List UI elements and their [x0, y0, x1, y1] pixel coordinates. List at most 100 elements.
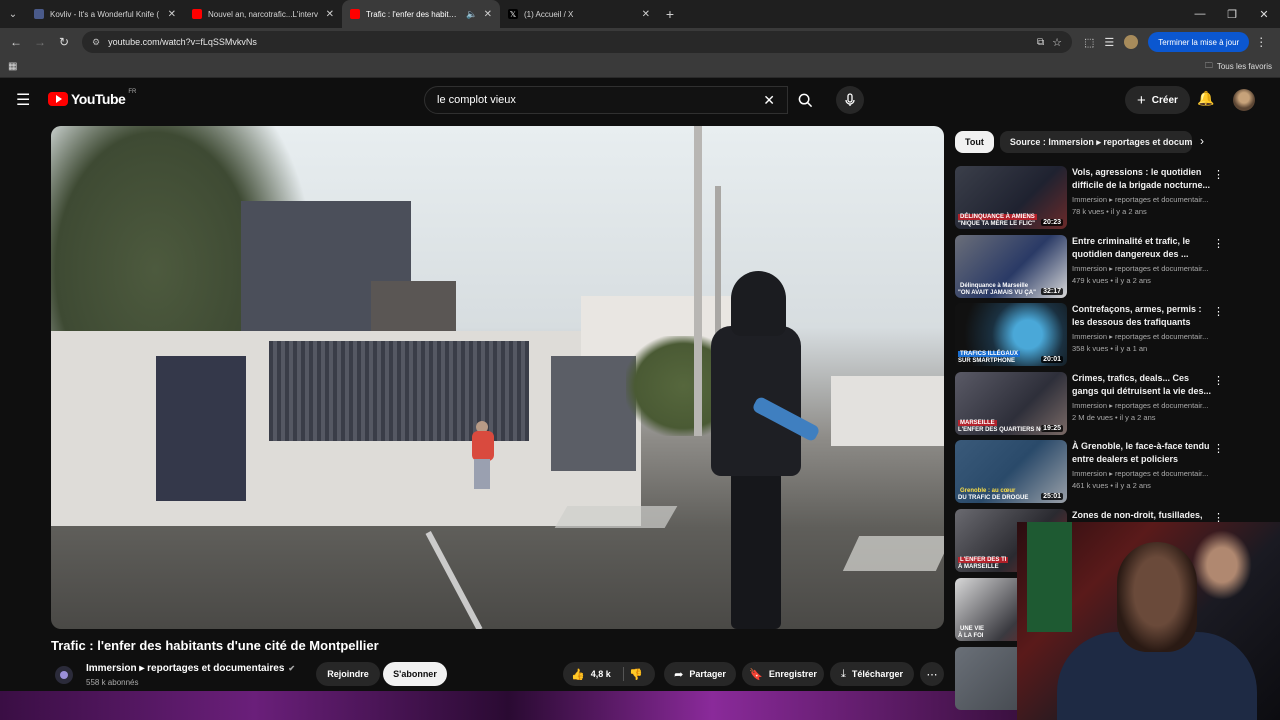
site-info-icon[interactable]: ⚙ — [92, 37, 100, 48]
more-dots-icon: ⋯ — [926, 668, 938, 681]
like-button[interactable]: 👍 4,8 k 👎 — [563, 662, 655, 686]
recommendation-title[interactable]: Crimes, trafics, deals... Ces gangs qui … — [1072, 372, 1212, 398]
reload-icon[interactable]: ↻ — [52, 35, 76, 49]
thumbs-down-icon[interactable]: 👎 — [629, 668, 643, 681]
more-actions-button[interactable]: ⋯ — [920, 662, 944, 686]
video-thumbnail[interactable]: TRAFICS ILLÉGAUX SUR SMARTPHONE 20:01 — [955, 303, 1067, 366]
kebab-menu-icon[interactable]: ⋮ — [1213, 442, 1224, 455]
share-button[interactable]: ➦ Partager — [664, 662, 736, 686]
account-avatar[interactable] — [1233, 89, 1255, 111]
close-window-icon[interactable]: ✕ — [1248, 0, 1280, 28]
video-thumbnail[interactable]: Délinquance à Marseille "ON AVAIT JAMAIS… — [955, 235, 1067, 298]
recommendation-item[interactable]: DÉLINQUANCE À AMIENS "NIQUE TA MÈRE LE F… — [955, 166, 1275, 230]
kebab-menu-icon[interactable]: ⋮ — [1213, 168, 1224, 181]
tab-title: Nouvel an, narcotrafic...L'interv — [208, 9, 319, 19]
install-app-icon[interactable]: ⧉ — [1037, 37, 1044, 48]
recommendation-channel[interactable]: Immersion ▸ reportages et documentair... — [1072, 469, 1212, 478]
youtube-play-icon — [48, 92, 68, 106]
recommendation-channel[interactable]: Immersion ▸ reportages et documentair... — [1072, 195, 1212, 204]
voice-search-button[interactable] — [836, 86, 864, 114]
thumbnail-caption: À LA FOI — [958, 633, 984, 639]
bookmarks-bar: ▦ 🗀 Tous les favoris — [0, 56, 1280, 78]
kebab-menu-icon[interactable]: ⋮ — [1213, 305, 1224, 318]
download-label: Télécharger — [851, 669, 903, 679]
back-arrow-icon[interactable]: ← — [4, 35, 28, 49]
save-button[interactable]: 🔖 Enregistrer — [742, 662, 824, 686]
browser-tab[interactable]: Kovliv - It's a Wonderful Knife ( ✕ — [26, 0, 184, 28]
chip-source[interactable]: Source : Immersion ▸ reportages et docum… — [999, 131, 1192, 153]
folder-icon: 🗀 — [1204, 60, 1213, 70]
recommendation-channel[interactable]: Immersion ▸ reportages et documentair... — [1072, 264, 1212, 273]
apps-grid-icon[interactable]: ▦ — [8, 61, 17, 72]
tab-close-icon[interactable]: ✕ — [642, 9, 650, 20]
kebab-menu-icon[interactable]: ⋮ — [1213, 237, 1224, 250]
create-button[interactable]: + Créer — [1125, 86, 1190, 114]
thumbnail-caption: TRAFICS ILLÉGAUX — [958, 351, 1020, 357]
tab-close-icon[interactable]: ✕ — [484, 9, 492, 20]
maximize-icon[interactable]: ❐ — [1216, 0, 1248, 28]
thumbnail-caption: Grenoble : au cœur — [960, 488, 1016, 494]
like-count: 4,8 k — [590, 669, 611, 679]
channel-avatar[interactable] — [55, 666, 73, 684]
recommendation-channel[interactable]: Immersion ▸ reportages et documentair... — [1072, 332, 1212, 341]
youtube-logo[interactable]: YouTube FR — [48, 89, 136, 107]
minimize-icon[interactable]: — — [1184, 0, 1216, 28]
video-player[interactable] — [51, 126, 944, 629]
kebab-menu-icon[interactable]: ⋮ — [1213, 374, 1224, 387]
like-divider — [623, 667, 624, 681]
search-button[interactable] — [788, 86, 822, 114]
chip-all[interactable]: Tout — [955, 131, 994, 153]
video-frame-road-patch — [554, 506, 678, 528]
all-bookmarks-label: Tous les favoris — [1216, 62, 1272, 71]
join-button[interactable]: Rejoindre — [316, 662, 380, 686]
thumbnail-caption: MARSEILLE — [958, 420, 997, 426]
browser-tab-bar: ⌄ Kovliv - It's a Wonderful Knife ( ✕ No… — [0, 0, 1280, 28]
tab-close-icon[interactable]: ✕ — [168, 9, 176, 20]
recommendation-item[interactable]: Grenoble : au cœur DU TRAFIC DE DROGUE 2… — [955, 440, 1275, 504]
save-label: Enregistrer — [768, 669, 817, 679]
recommendation-item[interactable]: Délinquance à Marseille "ON AVAIT JAMAIS… — [955, 235, 1275, 299]
recommendation-title[interactable]: Contrefaçons, armes, permis : les dessou… — [1072, 303, 1212, 329]
recommendation-item[interactable]: TRAFICS ILLÉGAUX SUR SMARTPHONE 20:01 Co… — [955, 303, 1275, 367]
tab-search-chevron-icon[interactable]: ⌄ — [0, 0, 26, 28]
hamburger-menu-icon[interactable]: ☰ — [16, 90, 30, 110]
video-thumbnail[interactable]: MARSEILLE L'ENFER DES QUARTIERS NO 19:25 — [955, 372, 1067, 435]
recommendation-title[interactable]: Vols, agressions : le quotidien difficil… — [1072, 166, 1212, 192]
recommendation-item[interactable]: MARSEILLE L'ENFER DES QUARTIERS NO 19:25… — [955, 372, 1275, 436]
browser-tab[interactable]: Nouvel an, narcotrafic...L'interv ✕ — [184, 0, 342, 28]
video-frame-wall — [831, 376, 944, 446]
speaker-icon[interactable]: 🔈 — [466, 9, 477, 20]
all-bookmarks[interactable]: 🗀 Tous les favoris — [1205, 60, 1272, 74]
tab-close-icon[interactable]: ✕ — [326, 9, 334, 20]
recommendation-meta: 358 k vues • il y a 1 an — [1072, 344, 1148, 353]
recommendation-channel[interactable]: Immersion ▸ reportages et documentair... — [1072, 401, 1212, 410]
video-duration: 25:01 — [1041, 493, 1063, 500]
browser-tab[interactable]: 𝕏 (1) Accueil / X ✕ — [500, 0, 658, 28]
video-frame-gate — [551, 356, 636, 471]
chevron-right-icon[interactable]: › — [1200, 134, 1204, 148]
reading-list-icon[interactable]: ☰ — [1104, 36, 1114, 49]
recommendation-title[interactable]: Zones de non-droit, fusillades, — [1072, 509, 1212, 522]
address-bar[interactable]: ⚙ youtube.com/watch?v=fLqSSMvkvNs ⧉ ☆ — [82, 31, 1072, 53]
bookmark-star-icon[interactable]: ☆ — [1052, 36, 1062, 49]
browser-menu-icon[interactable]: ⋮ — [1255, 35, 1267, 49]
update-button[interactable]: Terminer la mise à jour — [1148, 32, 1250, 52]
recommendation-title[interactable]: Entre criminalité et trafic, le quotidie… — [1072, 235, 1212, 261]
new-tab-button[interactable]: + — [658, 6, 682, 22]
recommendation-title[interactable]: À Grenoble, le face-à-face tendu entre d… — [1072, 440, 1212, 466]
subscriber-count: 558 k abonnés — [86, 678, 139, 687]
youtube-header: ☰ YouTube FR le complot vieux ✕ + Créer … — [0, 81, 1280, 119]
forward-arrow-icon[interactable]: → — [28, 35, 52, 49]
webcam-streamer-face — [1117, 542, 1197, 652]
browser-tab-active[interactable]: Trafic : l'enfer des habitants 🔈 ✕ — [342, 0, 500, 28]
download-button[interactable]: ⤓ Télécharger — [830, 662, 914, 686]
video-thumbnail[interactable]: DÉLINQUANCE À AMIENS "NIQUE TA MÈRE LE F… — [955, 166, 1067, 229]
search-input[interactable]: le complot vieux ✕ — [424, 86, 788, 114]
subscribe-button[interactable]: S'abonner — [383, 662, 447, 686]
profile-avatar[interactable] — [1124, 35, 1139, 49]
channel-name[interactable]: Immersion ▸ reportages et documentaires … — [86, 663, 295, 674]
clear-search-icon[interactable]: ✕ — [763, 92, 775, 109]
notifications-bell-icon[interactable]: 🔔 — [1197, 90, 1214, 107]
extensions-icon[interactable]: ⬚ — [1084, 36, 1094, 49]
video-thumbnail[interactable]: Grenoble : au cœur DU TRAFIC DE DROGUE 2… — [955, 440, 1067, 503]
